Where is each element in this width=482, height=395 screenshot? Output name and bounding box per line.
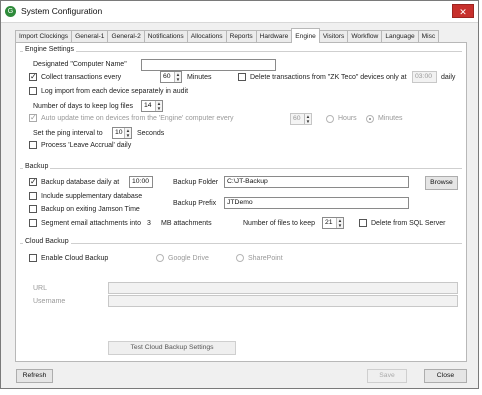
backup-folder-input[interactable]: C:\JT-Backup [224,176,409,188]
browse-button[interactable]: Browse [425,176,458,190]
spinner-arrows-icon[interactable]: ▲ ▼ [336,218,343,228]
log-import-label: Log import from each device separately i… [41,88,189,95]
close-button[interactable]: Close [424,369,467,383]
segment-attachments-label: Segment email attachments into [41,220,141,227]
google-drive-label: Google Drive [168,255,209,262]
delete-zk-label: Delete transactions from "ZK Teco" devic… [250,74,407,81]
collect-interval-spinner[interactable]: 60 ▲ ▼ [160,71,182,83]
backup-daily-label: Backup database daily at [41,179,120,186]
delete-zk-suffix: daily [441,74,456,81]
supplementary-db-label: Include supplementary database [41,193,143,200]
system-configuration-window: G System Configuration ✕ Import Clocking… [0,0,479,389]
computer-name-label: Designated "Computer Name" [33,61,127,68]
hours-radio[interactable] [326,115,334,123]
engine-settings-group-title: Engine Settings [23,46,77,53]
enable-cloud-checkbox[interactable] [29,254,37,262]
spinner-arrows-icon[interactable]: ▲ ▼ [174,72,181,82]
sharepoint-label: SharePoint [248,255,283,262]
delete-zk-checkbox[interactable] [238,73,246,81]
leave-accrual-label: Process 'Leave Accrual' daily [41,142,132,149]
username-label: Username [33,298,66,305]
minutes-radio[interactable] [366,115,374,123]
save-button[interactable]: Save [367,369,407,383]
url-input[interactable] [108,282,458,294]
spinner-arrows-icon[interactable]: ▲ ▼ [155,101,162,111]
delete-zk-time-input[interactable]: 03:00 [412,71,437,83]
google-drive-radio[interactable] [156,254,164,262]
files-keep-label: Number of files to keep [243,220,315,227]
backup-on-exit-label: Backup on exiting Jamson Time [41,206,140,213]
app-logo-icon: G [5,6,16,17]
computer-name-input[interactable] [141,59,276,71]
segment-attachments-checkbox[interactable] [29,219,37,227]
collect-transactions-label: Collect transactions every [41,74,122,81]
backup-daily-checkbox[interactable]: ✓ [29,178,37,186]
delete-sql-checkbox[interactable] [359,219,367,227]
backup-divider [20,168,462,169]
backup-prefix-input[interactable]: JTDemo [224,197,409,209]
auto-update-value: 60 [293,115,301,122]
collect-transactions-checkbox[interactable]: ✓ [29,73,37,81]
segment-size-value[interactable]: 3 [147,220,151,227]
backup-folder-label: Backup Folder [173,179,219,186]
supplementary-db-checkbox[interactable] [29,192,37,200]
url-label: URL [33,285,48,292]
spinner-arrows-icon[interactable]: ▲ ▼ [124,128,131,138]
auto-update-label: Auto update time on devices from the 'En… [41,115,234,122]
auto-update-spinner[interactable]: 60 ▲ ▼ [290,113,312,125]
backup-prefix-label: Backup Prefix [173,200,217,207]
backup-on-exit-checkbox[interactable] [29,205,37,213]
sharepoint-radio[interactable] [236,254,244,262]
days-keep-spinner[interactable]: 14 ▲ ▼ [141,100,163,112]
refresh-button[interactable]: Refresh [16,369,53,383]
ping-label: Set the ping interval to [33,130,103,137]
title-bar: G System Configuration ✕ [1,1,478,23]
days-keep-value: 14 [144,102,152,109]
test-cloud-backup-button[interactable]: Test Cloud Backup Settings [108,341,236,355]
window-title: System Configuration [21,6,103,16]
enable-cloud-label: Enable Cloud Backup [41,255,109,262]
files-keep-spinner[interactable]: 21 ▲ ▼ [322,217,344,229]
backup-time-input[interactable]: 10:00 [129,176,153,188]
tab-engine[interactable]: Engine [291,28,320,43]
collect-interval-value: 60 [163,73,171,80]
username-input[interactable] [108,295,458,307]
cloud-backup-group-title: Cloud Backup [23,238,71,245]
ping-interval-spinner[interactable]: 10 ▲ ▼ [112,127,132,139]
ping-interval-value: 10 [115,129,123,136]
backup-group-title: Backup [23,163,51,170]
auto-update-checkbox[interactable]: ✓ [29,114,37,122]
cloud-backup-divider [20,243,462,244]
minutes-radio-label: Minutes [378,115,403,122]
leave-accrual-checkbox[interactable] [29,141,37,149]
log-import-checkbox[interactable] [29,87,37,95]
engine-tab-panel: Engine Settings Designated "Computer Nam… [15,42,467,362]
delete-sql-label: Delete from SQL Server [371,220,446,227]
files-keep-value: 21 [325,219,333,226]
window-close-button[interactable]: ✕ [452,4,474,18]
days-keep-label: Number of days to keep log files [33,103,133,110]
hours-radio-label: Hours [338,115,357,122]
collect-unit-label: Minutes [187,74,212,81]
engine-settings-divider [20,51,462,52]
ping-unit-label: Seconds [137,130,165,137]
spinner-arrows-icon[interactable]: ▲ ▼ [304,114,311,124]
segment-unit-label: MB attachments [161,220,212,227]
